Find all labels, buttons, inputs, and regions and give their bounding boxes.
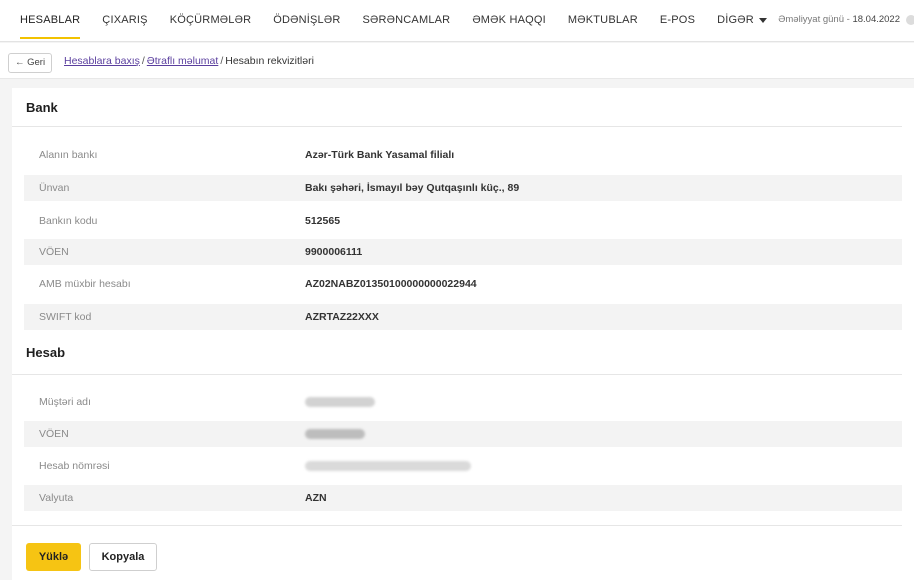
row-value: 9900006111: [305, 246, 363, 258]
nav-item-diger[interactable]: DİGƏR: [706, 0, 778, 42]
back-button[interactable]: ← Geri: [8, 53, 53, 73]
details-card: Bank Alanın bankı Azər-Türk Bank Yasamal…: [12, 88, 914, 580]
chevron-down-icon: [758, 17, 767, 23]
section-title-bank: Bank: [26, 100, 58, 115]
nav-item-kocurmeler[interactable]: KÖÇÜRMƏLƏR: [159, 0, 263, 42]
bank-row-code: Bankın kodu 512565: [24, 208, 902, 234]
operation-day-label: Əməliyyat günü -: [778, 14, 853, 25]
operation-day-date: 18.04.2022: [852, 14, 900, 25]
breadcrumb-bar: ← Geri Hesablara baxış / Ətraflı məlumat / H…: [0, 43, 914, 79]
breadcrumb-link-details[interactable]: Ətraflı məlumat: [147, 55, 219, 67]
row-label: Bankın kodu: [39, 215, 98, 227]
nav-item-mektublar[interactable]: MƏKTUBLAR: [557, 0, 649, 42]
row-label: Müştəri adı: [39, 396, 91, 408]
account-row-account-number: Hesab nömrəsi: [24, 453, 902, 479]
divider: [12, 374, 902, 375]
row-value: AZ02NABZ01350100000000022944: [305, 278, 477, 290]
breadcrumb-separator: /: [141, 55, 145, 67]
copy-button[interactable]: Kopyala: [89, 543, 157, 571]
redacted-value: [305, 461, 471, 471]
section-title-account: Hesab: [26, 345, 66, 360]
row-label: AMB müxbir hesabı: [39, 278, 131, 290]
bank-row-address: Ünvan Bakı şəhəri, İsmayıl bəy Qutqaşınl…: [24, 175, 902, 201]
row-value: Azər-Türk Bank Yasamal filialı: [305, 149, 455, 161]
row-label: Ünvan: [39, 182, 70, 194]
redacted-value: [305, 397, 375, 407]
row-label: Valyuta: [39, 492, 74, 504]
user-avatar[interactable]: [906, 15, 914, 25]
nav-item-diger-label: DİGƏR: [717, 14, 754, 26]
breadcrumb: Hesablara baxış / Ətraflı məlumat / Hesabın …: [64, 43, 314, 79]
bank-row-swift: SWIFT kod AZRTAZ22XXX: [24, 304, 902, 330]
bank-row-correspondent-account: AMB müxbir hesabı AZ02NABZ01350100000000…: [24, 271, 902, 297]
breadcrumb-link-accounts[interactable]: Hesablara baxış: [64, 55, 140, 67]
bank-row-receiver-bank: Alanın bankı Azər-Türk Bank Yasamal fili…: [24, 142, 902, 168]
row-label: SWIFT kod: [39, 311, 92, 323]
breadcrumb-separator: /: [220, 55, 224, 67]
nav-item-emek-haqqi[interactable]: ƏMƏK HAQQI: [461, 0, 557, 42]
account-row-voen: VÖEN: [24, 421, 902, 447]
divider: [12, 126, 902, 127]
nav-menu: HESABLAR ÇIXARIŞ KÖÇÜRMƏLƏR ÖDƏNİŞLƏR SƏ…: [0, 0, 778, 42]
breadcrumb-current: Hesabın rekvizitləri: [225, 55, 314, 67]
row-value: AZN: [305, 492, 327, 504]
row-label: VÖEN: [39, 246, 69, 258]
row-value: AZRTAZ22XXX: [305, 311, 379, 323]
row-label: VÖEN: [39, 428, 69, 440]
nav-item-cixaris[interactable]: ÇIXARIŞ: [91, 0, 158, 42]
row-label: Hesab nömrəsi: [39, 460, 110, 472]
redacted-value: [305, 429, 365, 439]
row-value: 512565: [305, 215, 341, 227]
nav-item-hesablar[interactable]: HESABLAR: [0, 0, 91, 42]
divider: [12, 525, 902, 526]
operation-day: Əməliyyat günü - 18.04.2022: [778, 0, 900, 40]
row-label: Alanın bankı: [39, 149, 98, 161]
row-value: Bakı şəhəri, İsmayıl bəy Qutqaşınlı küç.…: [305, 182, 520, 194]
account-row-customer-name: Müştəri adı: [24, 389, 902, 415]
nav-item-e-pos[interactable]: E-POS: [649, 0, 706, 42]
nav-item-serencamlar[interactable]: SƏRƏNCAMLAR: [352, 0, 462, 42]
account-row-currency: Valyuta AZN: [24, 485, 902, 511]
top-navigation: HESABLAR ÇIXARIŞ KÖÇÜRMƏLƏR ÖDƏNİŞLƏR SƏ…: [0, 0, 914, 42]
download-button[interactable]: Yüklə: [26, 543, 81, 571]
bank-row-voen: VÖEN 9900006111: [24, 239, 902, 265]
nav-item-odenisler[interactable]: ÖDƏNİŞLƏR: [262, 0, 351, 42]
